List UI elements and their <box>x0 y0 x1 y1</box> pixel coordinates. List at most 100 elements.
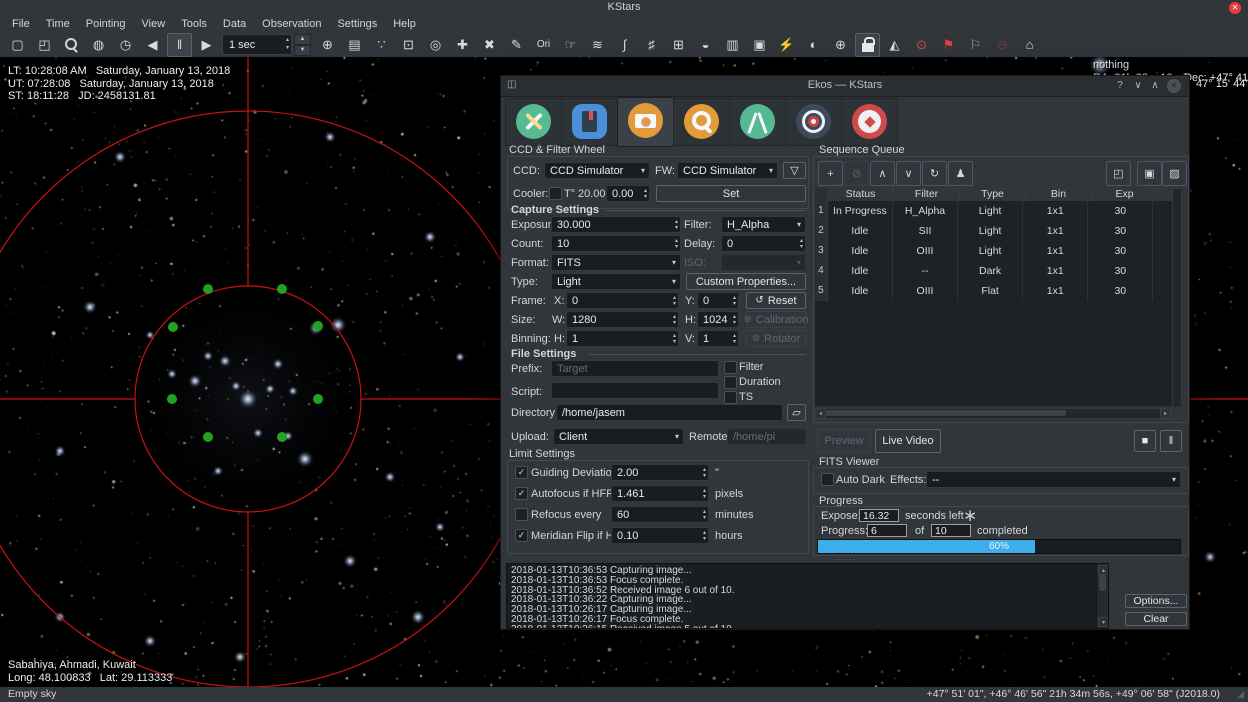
upload-mode-select[interactable]: Client <box>553 428 684 445</box>
limit-value-input[interactable]: 2.00 <box>611 464 709 481</box>
set-temperature-button[interactable]: Set <box>656 185 806 202</box>
geo-location-icon[interactable]: ◍ <box>86 33 111 57</box>
save-sequence-button[interactable]: ▣ <box>1137 161 1162 186</box>
night-vision-icon[interactable]: ◐ <box>801 33 826 57</box>
observatory-dome-icon[interactable]: ⌂ <box>1017 33 1042 57</box>
time-step-up-button[interactable]: ▲ <box>294 34 311 45</box>
move-job-down-button[interactable]: ∨ <box>896 161 921 186</box>
menu-item[interactable]: Help <box>385 17 424 31</box>
zoom-select-icon[interactable]: ◰ <box>32 33 57 57</box>
cooler-checkbox[interactable] <box>549 187 562 200</box>
horizontal-grid-icon[interactable]: ⊞ <box>666 33 691 57</box>
tab-setup[interactable] <box>505 98 562 146</box>
help-button[interactable]: ? <box>1113 79 1127 93</box>
reset-queue-button[interactable]: ↻ <box>922 161 947 186</box>
directory-input[interactable]: /home/jasem <box>556 404 783 421</box>
zoom-rect-icon[interactable]: ▢ <box>5 33 30 57</box>
filter-suffix-checkbox[interactable] <box>724 361 737 374</box>
menu-item[interactable]: Settings <box>329 17 385 31</box>
deep-sky-objects-icon[interactable]: ⊡ <box>396 33 421 57</box>
add-job-button[interactable]: + <box>818 161 843 186</box>
time-step-forward-icon[interactable]: ▶ <box>194 33 219 57</box>
horizon-ground-icon[interactable]: ◒ <box>693 33 718 57</box>
limit-value-input[interactable]: 60 <box>611 506 709 523</box>
table-row[interactable]: 4 Idle -- Dark 1x1 30 <box>815 261 1178 281</box>
log-scrollbar[interactable]: ▴ ▾ <box>1096 564 1108 628</box>
scroll-up-arrow[interactable]: ▴ <box>1098 565 1109 575</box>
horizontal-scrollbar[interactable] <box>815 408 1171 419</box>
ekos-icon[interactable]: ▣ <box>747 33 772 57</box>
menu-item[interactable]: Pointing <box>78 17 134 31</box>
pen-icon[interactable]: ✎ <box>504 33 529 57</box>
maximize-button[interactable]: ∧ <box>1148 79 1162 93</box>
move-job-up-button[interactable]: ∧ <box>870 161 895 186</box>
ekos-titlebar[interactable]: ◫ Ekos — KStars ? ∨ ∧ ✕ <box>501 76 1189 97</box>
ts-suffix-checkbox[interactable] <box>724 391 737 404</box>
auto-dark-checkbox[interactable] <box>821 473 834 486</box>
scroll-left-arrow[interactable]: ◂ <box>815 408 826 419</box>
table-row[interactable]: 2 Idle SII Light 1x1 30 <box>815 221 1178 241</box>
time-step-down-button[interactable]: ▼ <box>294 45 311 56</box>
column-header[interactable]: Exp <box>1092 188 1158 201</box>
vertical-scrollbar[interactable] <box>1172 188 1182 408</box>
table-row[interactable]: 5 Idle OIII Flat 1x1 30 <box>815 281 1178 301</box>
pointing-focus-icon[interactable]: ⊕ <box>315 33 340 57</box>
tab-scheduler[interactable] <box>561 98 618 146</box>
time-step-input[interactable]: 1 sec ▴▾ <box>222 34 292 55</box>
scrollbar-thumb[interactable] <box>826 410 1066 416</box>
constellation-names-icon[interactable]: Ori <box>531 33 556 57</box>
table-row[interactable]: 3 Idle OIII Light 1x1 30 <box>815 241 1178 261</box>
column-header[interactable]: Type <box>960 188 1026 201</box>
remove-trail-icon[interactable]: ⊖ <box>990 33 1015 57</box>
limit-checkbox[interactable]: ✓ <box>515 466 528 479</box>
constellation-bounds-icon[interactable]: ≋ <box>585 33 610 57</box>
limit-checkbox[interactable] <box>515 508 528 521</box>
column-header[interactable]: Bin <box>1026 188 1092 201</box>
filter-manager-button[interactable]: ▽ <box>783 162 806 179</box>
minimize-button[interactable]: ∨ <box>1131 79 1145 93</box>
record-icon[interactable]: ⊙ <box>909 33 934 57</box>
list-flags-icon[interactable]: ⚐ <box>963 33 988 57</box>
scroll-down-arrow[interactable]: ▾ <box>1098 617 1109 627</box>
color-scheme-icon[interactable]: ◭ <box>882 33 907 57</box>
menu-item[interactable]: Observation <box>254 17 329 31</box>
duration-suffix-checkbox[interactable] <box>724 376 737 389</box>
open-sequence-button[interactable]: ◰ <box>1106 161 1131 186</box>
binning-h-input[interactable]: 1 <box>566 330 679 347</box>
menu-item[interactable]: File <box>4 17 38 31</box>
time-step-back-icon[interactable]: ◀ <box>140 33 165 57</box>
asteroids-icon[interactable]: ✚ <box>450 33 475 57</box>
scroll-right-arrow[interactable]: ▸ <box>1160 408 1171 419</box>
size-w-input[interactable]: 1280 <box>566 311 679 328</box>
tab-align[interactable] <box>785 98 842 146</box>
options-button[interactable]: Options... <box>1125 594 1187 608</box>
find-object-icon[interactable] <box>59 33 84 57</box>
time-step-spin-arrows[interactable]: ▴▾ <box>286 36 289 52</box>
limit-value-input[interactable]: 0.10 <box>611 527 709 544</box>
prioritize-target-button[interactable]: ♟ <box>948 161 973 186</box>
table-row[interactable]: 1 In Progress H_Alpha Light 1x1 30 <box>815 201 1178 221</box>
tab-mount[interactable] <box>729 98 786 146</box>
browse-directory-button[interactable]: ▱ <box>787 404 806 421</box>
stop-sequence-button[interactable]: ■ <box>1134 430 1156 452</box>
resize-grip-icon[interactable]: ◢ <box>1237 689 1244 700</box>
close-button[interactable]: ✕ <box>1167 79 1181 93</box>
stars-toggle-icon[interactable]: ∵ <box>369 33 394 57</box>
scrollbar-thumb[interactable] <box>1099 575 1106 591</box>
set-time-icon[interactable]: ◷ <box>113 33 138 57</box>
milky-way-icon[interactable]: ∫ <box>612 33 637 57</box>
add-flag-icon[interactable]: ⚑ <box>936 33 961 57</box>
pause-sequence-button[interactable]: ‖ <box>1160 430 1182 452</box>
menu-item[interactable]: Tools <box>173 17 215 31</box>
view-panels-icon[interactable]: ▥ <box>720 33 745 57</box>
log-view[interactable]: 2018-01-13T10:36:53 Capturing image...20… <box>506 563 1109 629</box>
binning-v-input[interactable]: 1 <box>697 330 739 347</box>
limit-checkbox[interactable]: ✓ <box>515 487 528 500</box>
time-pause-icon[interactable]: ‖ <box>167 33 192 57</box>
filter-wheel-select[interactable]: CCD Simulator <box>677 162 778 179</box>
menu-item[interactable]: Data <box>215 17 254 31</box>
limit-checkbox[interactable]: ✓ <box>515 529 528 542</box>
prefix-input[interactable]: Target <box>551 360 719 377</box>
menu-item[interactable]: Time <box>38 17 78 31</box>
live-video-button[interactable]: Live Video <box>875 429 941 453</box>
